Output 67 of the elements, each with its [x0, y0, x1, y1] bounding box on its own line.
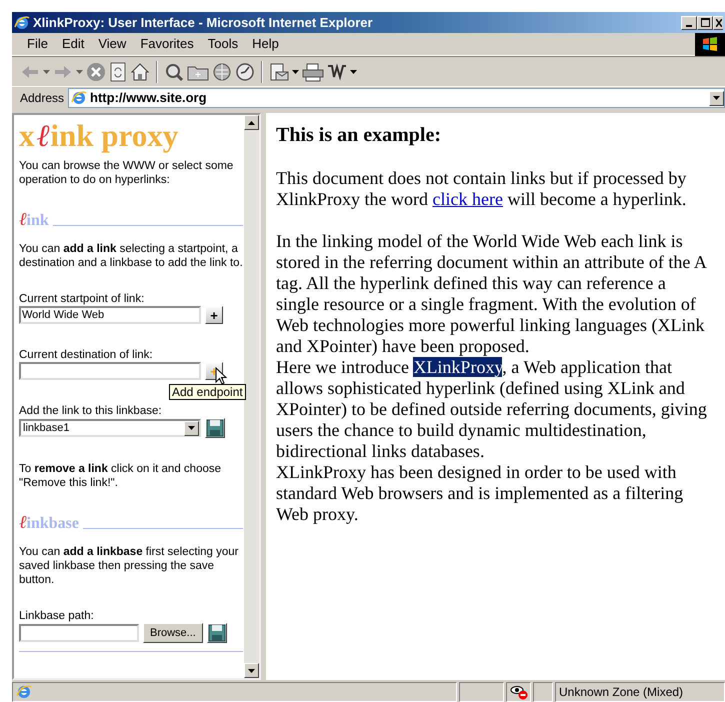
menu-item[interactable]: View [91, 34, 134, 54]
add-button[interactable]: + [205, 306, 223, 324]
caret-icon [188, 426, 195, 430]
scroll-down-button[interactable] [244, 663, 259, 678]
menu-item[interactable]: Favorites [133, 34, 201, 54]
mail-icon[interactable] [269, 62, 289, 82]
maximize-button[interactable] [697, 16, 713, 30]
zone-label: Unknown Zone (Mixed) [559, 684, 684, 701]
text-field[interactable]: World Wide Web [19, 306, 201, 324]
print-icon[interactable] [302, 62, 324, 82]
home-icon[interactable] [130, 62, 150, 82]
section-heading: ℓink [19, 211, 49, 230]
edit-icon[interactable] [327, 62, 347, 80]
maximize-icon [700, 18, 710, 27]
window-title: XlinkProxy: User Interface - Microsoft Internet Explorer [33, 14, 373, 32]
refresh-icon[interactable] [109, 62, 127, 82]
field-label: Linkbase path: [19, 609, 95, 623]
paragraph: You can browse the WWW or select some operation to do on hyperlinks: [19, 159, 234, 187]
search-icon[interactable] [164, 62, 184, 82]
cursor-icon [215, 367, 227, 385]
browse-button[interactable]: Browse... [143, 623, 203, 643]
up-arrow-icon [248, 120, 255, 124]
browser-icon [14, 14, 30, 30]
text-field[interactable] [19, 362, 201, 380]
page-icon [16, 684, 32, 700]
privacy-blocked-icon [510, 684, 528, 700]
scroll-up-button[interactable] [244, 115, 259, 130]
paragraph: You can add a link selecting a startpoint, a destination and a linkbase to add the link to. [19, 242, 243, 270]
status-pane [459, 682, 504, 702]
windows-logo-icon [695, 32, 725, 56]
menu-item[interactable]: Help [245, 34, 286, 54]
down-arrow-icon [248, 668, 255, 672]
address-field[interactable]: http://www.site.org [68, 88, 725, 108]
scrollbar[interactable] [244, 115, 259, 678]
menu-item[interactable]: Edit [54, 34, 92, 54]
field-label: Add the link to this linkbase: [19, 404, 163, 418]
paragraph: In the linking model of the World Wide Web each link is stored in the referring document within an attribute of the A tag. All the hyperlink defined this way can reference a single resource or a single fragment. With the evolution of Web technologies more powerful linking languages (XLink and XPointer) have been proposed. Here we introduce XLinkProxy, a Web application that allows sophisticated hyperlink (defined using XLink and XPointer) to be defined outside referring documents, giving users the chance to build dynamic multidestination, bidirectional links databases. XLinkProxy has been designed in order to be used with standard Web browsers and is implemented as a filtering Web proxy. [276, 231, 708, 525]
close-icon [716, 18, 722, 26]
paragraph: This document does not contain links but if processed by XlinkProxy the word click here will become a hyperlink. [276, 168, 688, 210]
page-icon [71, 90, 88, 106]
field-label: Current destination of link: [19, 348, 154, 362]
section-heading: ℓinkbase [19, 514, 79, 533]
stop-icon[interactable] [86, 62, 106, 82]
close-button[interactable] [713, 16, 723, 30]
minimize-icon [686, 24, 692, 26]
save-button[interactable] [206, 623, 227, 643]
menu-item[interactable]: Tools [200, 34, 246, 54]
clock-icon[interactable] [235, 62, 255, 82]
page-heading: This is an example: [276, 125, 442, 146]
link[interactable]: click here [432, 189, 503, 209]
address-label: Address [20, 90, 64, 107]
caret-icon [713, 96, 720, 100]
field-label: Current startpoint of link: [19, 292, 146, 306]
status-pane [533, 682, 553, 702]
tooltip: Add endpoint [169, 384, 246, 400]
caret-icon[interactable] [292, 70, 299, 74]
menu-item[interactable]: File [20, 34, 55, 54]
paragraph: You can add a linkbase first selecting your saved linkbase then pressing the save button. [19, 545, 240, 587]
caret-icon[interactable] [350, 70, 357, 74]
logo: xℓink proxy [19, 119, 180, 153]
save-button[interactable] [205, 418, 225, 438]
minimize-button[interactable] [681, 16, 697, 30]
dropdown-arrow-button[interactable] [709, 90, 724, 106]
paragraph: To remove a link click on it and choose "Remove this link!". [19, 462, 222, 490]
file-path-field[interactable] [19, 624, 139, 642]
globe-icon[interactable] [212, 62, 232, 82]
dropdown[interactable]: linkbase1 [19, 419, 201, 437]
